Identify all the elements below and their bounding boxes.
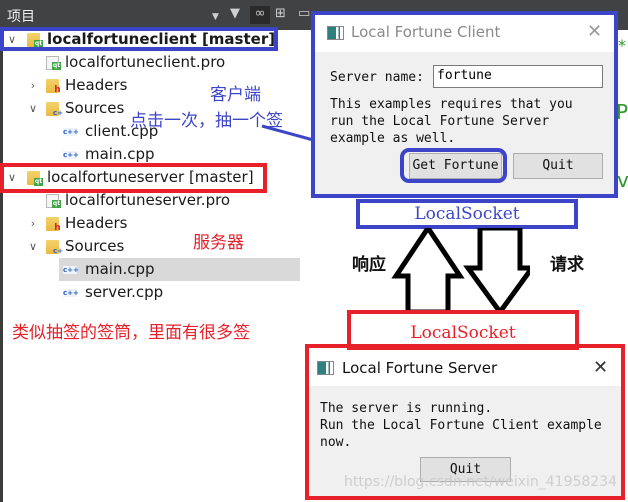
watermark: https://blog.csdn.net/weixin_41958234 bbox=[344, 474, 618, 490]
request-label: 请求 bbox=[550, 255, 584, 275]
get-fortune-highlight bbox=[400, 148, 507, 183]
response-label: 响应 bbox=[352, 255, 386, 275]
arrows-diagram bbox=[391, 228, 530, 314]
client-socket-label: LocalSocket bbox=[414, 204, 520, 224]
server-socket-label: LocalSocket bbox=[410, 323, 516, 343]
response-arrow-up bbox=[391, 228, 465, 314]
client-socket-box: LocalSocket bbox=[356, 199, 578, 229]
request-arrow-down bbox=[463, 228, 530, 314]
